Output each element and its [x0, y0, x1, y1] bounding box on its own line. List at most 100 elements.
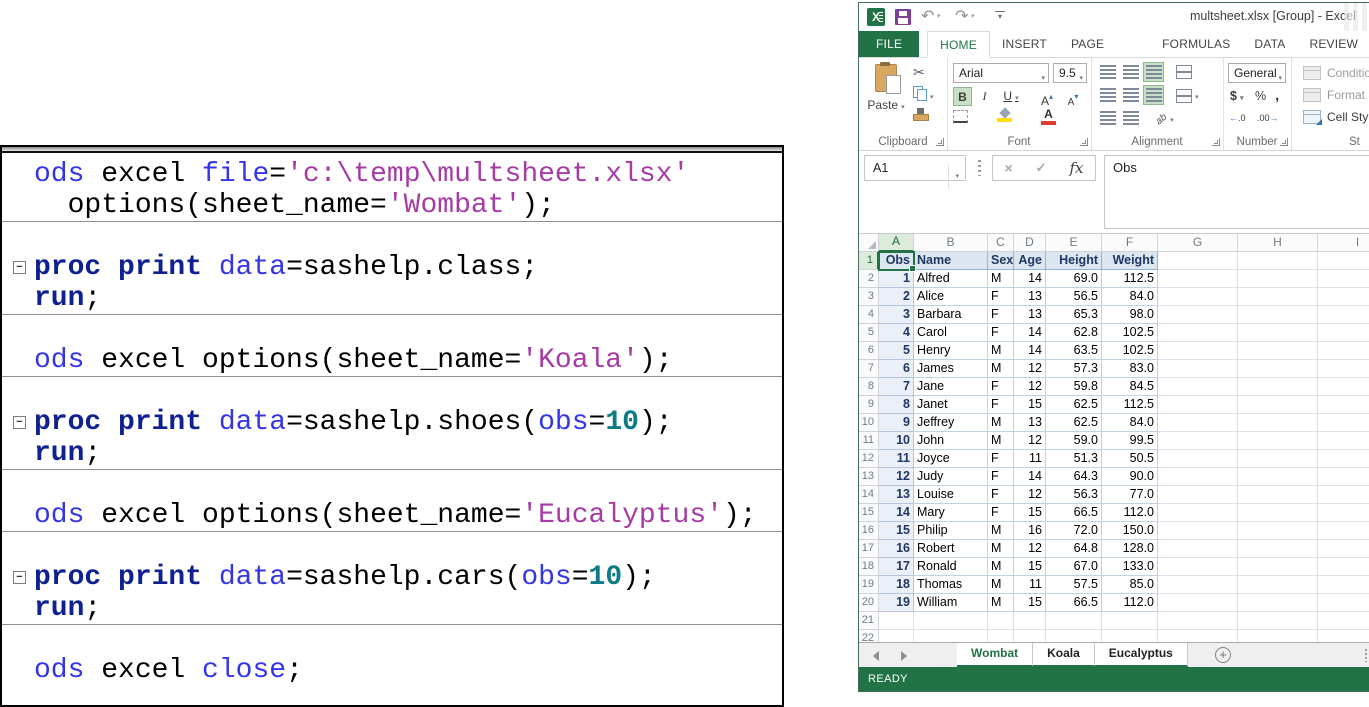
grid-cell[interactable]: 14 [1014, 342, 1046, 360]
grid-cell[interactable]: 2 [879, 288, 914, 306]
grid-cell[interactable] [914, 612, 988, 630]
column-header-H[interactable]: H [1238, 234, 1318, 252]
grid-cell[interactable] [1238, 324, 1318, 342]
row-header-8[interactable]: 8 [859, 378, 879, 396]
code-line[interactable]: run; [34, 283, 782, 314]
format-as-table-button[interactable]: Format as [1297, 86, 1369, 104]
column-header-D[interactable]: D [1014, 234, 1046, 252]
row-header-17[interactable]: 17 [859, 540, 879, 558]
grid-cell[interactable]: 14 [1014, 468, 1046, 486]
row-header-16[interactable]: 16 [859, 522, 879, 540]
grid-cell[interactable]: Joyce [914, 450, 988, 468]
grid-cell[interactable] [1238, 360, 1318, 378]
column-header-G[interactable]: G [1158, 234, 1238, 252]
grid-cell[interactable] [1102, 612, 1158, 630]
number-dialog-launcher-icon[interactable] [1280, 138, 1288, 146]
grid-cell[interactable]: 102.5 [1102, 324, 1158, 342]
ribbon-tab-file[interactable]: FILE [859, 31, 919, 57]
grid-cell[interactable] [1238, 576, 1318, 594]
grid-cell[interactable] [1318, 252, 1369, 270]
grid-cell[interactable]: 13 [1014, 306, 1046, 324]
grid-cell[interactable] [1238, 252, 1318, 270]
grid-cell[interactable] [1318, 342, 1369, 360]
cut-icon[interactable]: ✂ [913, 64, 939, 84]
grid-cell[interactable]: Weight [1102, 252, 1158, 270]
grid-cell[interactable] [1158, 342, 1238, 360]
row-header-15[interactable]: 15 [859, 504, 879, 522]
number-format-select[interactable]: General▾ [1228, 63, 1286, 83]
grid-cell[interactable]: Age [1014, 252, 1046, 270]
grid-cell[interactable]: 19 [879, 594, 914, 612]
grid-cell[interactable]: 12 [1014, 360, 1046, 378]
grid-cell[interactable]: Carol [914, 324, 988, 342]
grid-cell[interactable]: 56.3 [1046, 486, 1102, 504]
name-box[interactable]: A1▾ [864, 155, 966, 181]
grid-cell[interactable] [1238, 594, 1318, 612]
row-header-6[interactable]: 6 [859, 342, 879, 360]
underline-button[interactable]: U▾ [997, 87, 1025, 106]
orientation-button[interactable]: ab▾ [1153, 108, 1185, 128]
code-line[interactable]: ods excel options(sheet_name='Eucalyptus… [34, 500, 782, 531]
grid-cell[interactable]: 112.5 [1102, 396, 1158, 414]
font-color-button[interactable]: A [1041, 107, 1056, 125]
grid-cell[interactable]: 84.0 [1102, 288, 1158, 306]
grid-cell[interactable] [1158, 450, 1238, 468]
row-header-9[interactable]: 9 [859, 396, 879, 414]
currency-format-button[interactable]: $▾ [1230, 89, 1243, 103]
grid-cell[interactable]: F [988, 378, 1014, 396]
collapse-toggle-icon[interactable]: − [13, 571, 26, 584]
merge-center-button[interactable]: ▾ [1173, 85, 1205, 105]
grid-cell[interactable]: Jeffrey [914, 414, 988, 432]
code-line[interactable]: −proc print data=sashelp.shoes(obs=10); [34, 407, 782, 438]
grid-cell[interactable]: F [988, 306, 1014, 324]
grid-cell[interactable] [1238, 558, 1318, 576]
grid-cell[interactable] [1318, 612, 1369, 630]
grid-cell[interactable] [1318, 594, 1369, 612]
grid-cell[interactable]: 7 [879, 378, 914, 396]
row-header-4[interactable]: 4 [859, 306, 879, 324]
grid-cell[interactable] [1238, 414, 1318, 432]
align-middle-button[interactable] [1120, 62, 1141, 82]
grid-cell[interactable]: 85.0 [1102, 576, 1158, 594]
grid-cell[interactable]: M [988, 414, 1014, 432]
grid-cell[interactable]: 112.0 [1102, 594, 1158, 612]
grid-cell[interactable]: 15 [1014, 594, 1046, 612]
grid-cell[interactable]: M [988, 270, 1014, 288]
grid-cell[interactable] [1238, 288, 1318, 306]
font-size-select[interactable]: 9.5▾ [1053, 63, 1087, 83]
ribbon-tab-review[interactable]: REVIEW [1297, 31, 1369, 57]
grid-cell[interactable] [1238, 612, 1318, 630]
grid-cell[interactable] [1318, 378, 1369, 396]
name-box-splitter[interactable] [978, 160, 981, 176]
grid-cell[interactable] [1318, 432, 1369, 450]
grid-cell[interactable]: James [914, 360, 988, 378]
borders-button[interactable] [953, 110, 968, 123]
grid-cell[interactable]: 57.5 [1046, 576, 1102, 594]
grid-cell[interactable]: M [988, 558, 1014, 576]
ribbon-tab-home[interactable]: HOME [927, 31, 990, 58]
tab-bar-splitter[interactable] [1365, 649, 1367, 662]
collapse-toggle-icon[interactable]: − [13, 261, 26, 274]
grid-cell[interactable]: F [988, 288, 1014, 306]
grid-cell[interactable]: 11 [1014, 450, 1046, 468]
grid-cell[interactable] [1238, 486, 1318, 504]
row-header-1[interactable]: 1 [859, 252, 879, 270]
cell-styles-button[interactable]: Cell Styles [1297, 108, 1369, 126]
grid-cell[interactable]: 5 [879, 342, 914, 360]
grid-cell[interactable] [1318, 558, 1369, 576]
grid-cell[interactable]: Mary [914, 504, 988, 522]
grid-cell[interactable] [1158, 468, 1238, 486]
sheet-nav-right-icon[interactable] [901, 651, 907, 661]
confirm-entry-icon[interactable]: ✓ [1036, 160, 1047, 176]
quick-access-customize-icon[interactable]: ▾ [995, 11, 1005, 22]
grid-cell[interactable]: 51.3 [1046, 450, 1102, 468]
grid-cell[interactable]: Jane [914, 378, 988, 396]
grid-cell[interactable]: 18 [879, 576, 914, 594]
alignment-dialog-launcher-icon[interactable] [1212, 138, 1220, 146]
row-header-10[interactable]: 10 [859, 414, 879, 432]
grid-cell[interactable] [1158, 486, 1238, 504]
grid-cell[interactable]: 3 [879, 306, 914, 324]
ribbon-tab-insert[interactable]: INSERT [990, 31, 1059, 57]
sheet-nav-left-icon[interactable] [873, 651, 879, 661]
grid-cell[interactable]: 14 [1014, 270, 1046, 288]
